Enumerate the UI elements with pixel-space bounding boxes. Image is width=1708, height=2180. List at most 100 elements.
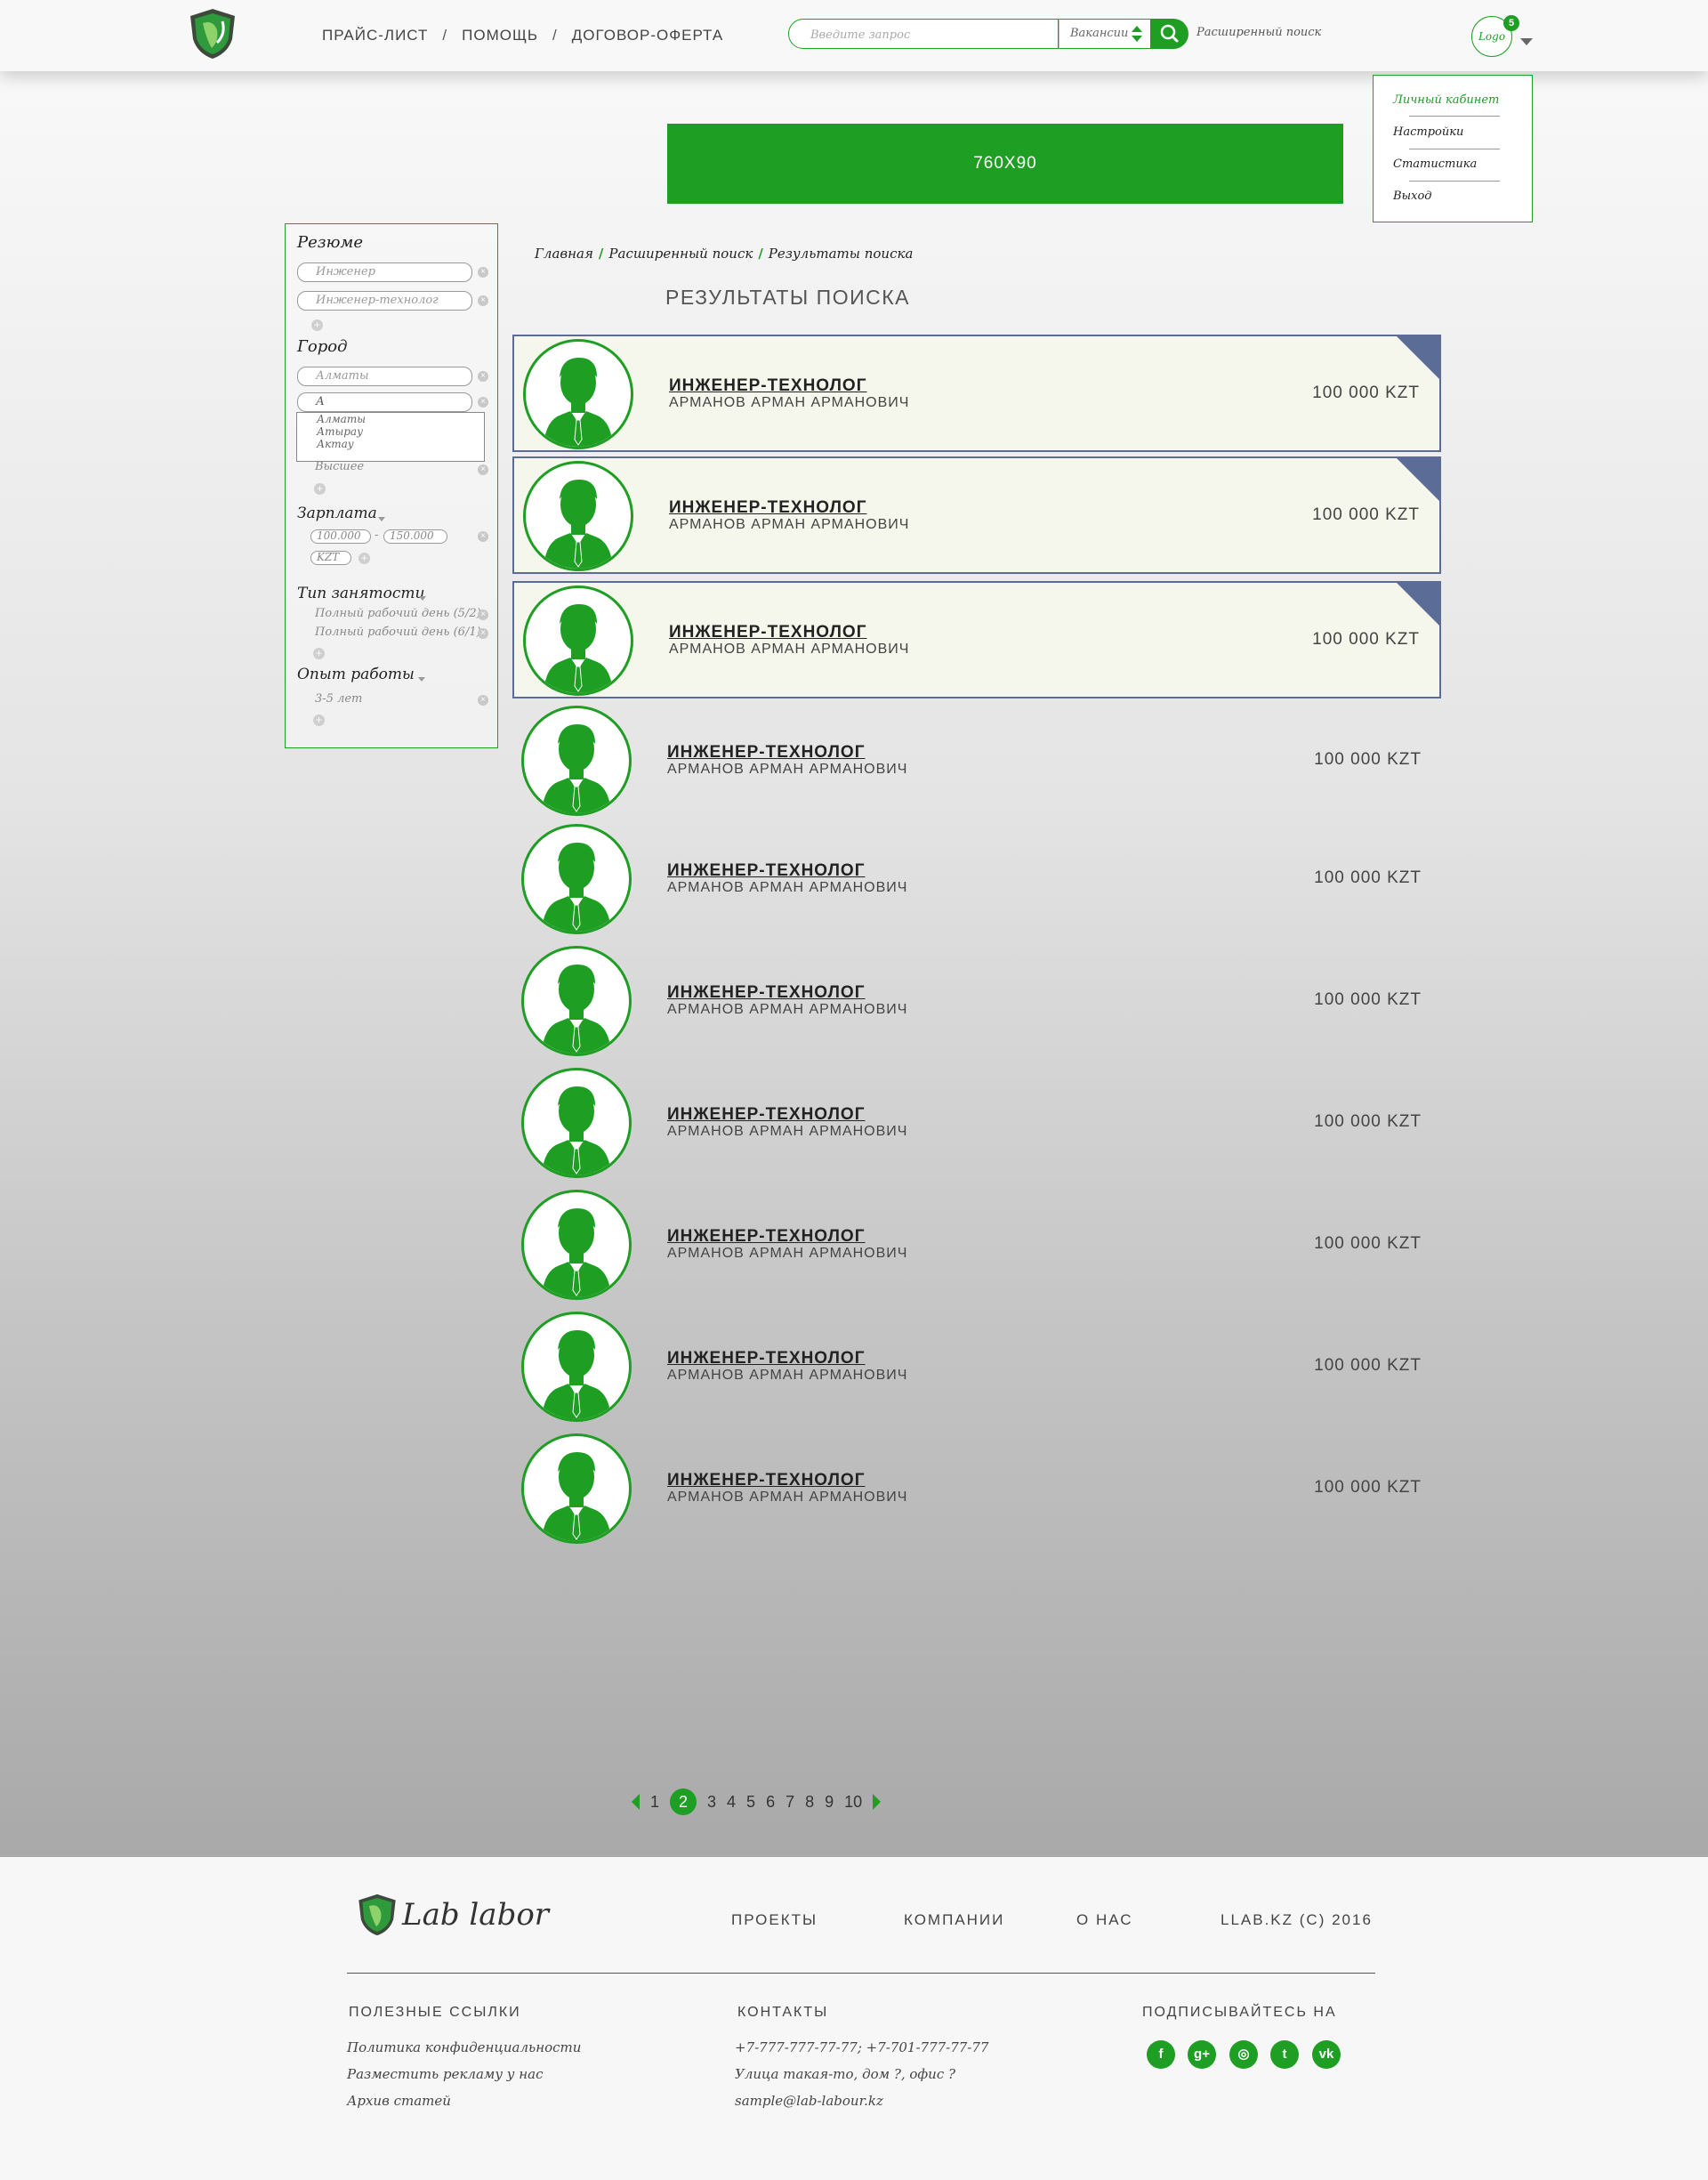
candidate-photo[interactable] (521, 1190, 632, 1300)
candidate-photo[interactable] (521, 1068, 632, 1178)
chevron-down-icon[interactable] (419, 596, 426, 601)
google-plus-icon[interactable]: g+ (1188, 2040, 1216, 2069)
result-card[interactable]: ИНЖЕНЕР-ТЕХНОЛОГ АРМАНОВ АРМАН АРМАНОВИЧ 1… (512, 1187, 1441, 1304)
chevron-down-icon[interactable] (378, 517, 385, 521)
menu-item-settings[interactable]: Настройки (1393, 125, 1463, 139)
page-link[interactable]: 5 (746, 1793, 755, 1812)
result-job-title[interactable]: ИНЖЕНЕР-ТЕХНОЛОГ (667, 743, 865, 763)
filter-city-field[interactable]: Алматы (297, 367, 472, 386)
nav-help[interactable]: ПОМОЩЬ (462, 27, 538, 44)
footer-nav-companies[interactable]: КОМПАНИИ (904, 1911, 1004, 1929)
nav-price-list[interactable]: ПРАЙС-ЛИСТ (322, 27, 428, 44)
result-card[interactable]: ИНЖЕНЕР-ТЕХНОЛОГ АРМАНОВ АРМАН АРМАНОВИЧ 1… (512, 456, 1441, 574)
candidate-photo[interactable] (521, 824, 632, 934)
ad-banner[interactable]: 760X90 (667, 124, 1343, 204)
currency-select[interactable]: KZT (310, 551, 351, 565)
salary-from-field[interactable]: 100.000 (310, 529, 371, 544)
add-icon[interactable]: + (314, 483, 326, 495)
remove-icon[interactable]: × (478, 695, 488, 706)
salary-to-field[interactable]: 150.000 (383, 529, 447, 544)
filter-resume-field[interactable]: Инженер-технолог (297, 291, 472, 311)
search-button[interactable] (1151, 19, 1188, 49)
page-link[interactable]: 7 (786, 1793, 794, 1812)
site-logo-icon[interactable] (187, 7, 238, 61)
prev-page-icon[interactable] (632, 1794, 640, 1810)
breadcrumb-home[interactable]: Главная (535, 246, 593, 262)
add-icon[interactable]: + (313, 648, 325, 659)
result-card[interactable]: ИНЖЕНЕР-ТЕХНОЛОГ АРМАНОВ АРМАН АРМАНОВИЧ 1… (512, 581, 1441, 698)
breadcrumb-separator: / (598, 246, 604, 262)
result-job-title[interactable]: ИНЖЕНЕР-ТЕХНОЛОГ (667, 1227, 865, 1247)
result-job-title[interactable]: ИНЖЕНЕР-ТЕХНОЛОГ (669, 498, 866, 518)
add-icon[interactable]: + (359, 553, 370, 564)
page-link[interactable]: 8 (805, 1793, 814, 1812)
suggestion-item[interactable]: Алматы (297, 413, 484, 425)
menu-item-cabinet[interactable]: Личный кабинет (1393, 93, 1499, 107)
filter-resume-field[interactable]: Инженер (297, 262, 472, 282)
add-icon[interactable]: + (311, 319, 323, 331)
page-link[interactable]: 3 (707, 1793, 716, 1812)
result-candidate-name: АРМАНОВ АРМАН АРМАНОВИЧ (667, 880, 908, 895)
footer-logo[interactable]: Lab labor (356, 1893, 549, 1937)
breadcrumb-advanced-search[interactable]: Расширенный поиск (608, 246, 753, 262)
next-page-icon[interactable] (873, 1794, 882, 1810)
filter-city-input[interactable]: А (297, 392, 472, 412)
result-job-title[interactable]: ИНЖЕНЕР-ТЕХНОЛОГ (667, 1105, 865, 1125)
remove-icon[interactable]: × (478, 397, 488, 408)
chevron-down-icon[interactable] (418, 677, 425, 682)
result-card[interactable]: ИНЖЕНЕР-ТЕХНОЛОГ АРМАНОВ АРМАН АРМАНОВИЧ 1… (512, 335, 1441, 452)
page-link[interactable]: 6 (766, 1793, 775, 1812)
page-current[interactable]: 2 (670, 1788, 697, 1815)
nav-offer-agreement[interactable]: ДОГОВОР-ОФЕРТА (572, 27, 723, 44)
remove-icon[interactable]: × (478, 610, 488, 620)
result-card[interactable]: ИНЖЕНЕР-ТЕХНОЛОГ АРМАНОВ АРМАН АРМАНОВИЧ 1… (512, 703, 1441, 820)
page-link[interactable]: 1 (650, 1793, 659, 1812)
result-job-title[interactable]: ИНЖЕНЕР-ТЕХНОЛОГ (667, 861, 865, 881)
page-link[interactable]: 4 (727, 1793, 736, 1812)
footer-nav-about[interactable]: О НАС (1076, 1911, 1132, 1929)
instagram-icon[interactable]: ◎ (1229, 2040, 1258, 2069)
candidate-photo[interactable] (523, 585, 633, 696)
result-job-title[interactable]: ИНЖЕНЕР-ТЕХНОЛОГ (667, 1349, 865, 1369)
page-link[interactable]: 9 (825, 1793, 834, 1812)
result-card[interactable]: ИНЖЕНЕР-ТЕХНОЛОГ АРМАНОВ АРМАН АРМАНОВИЧ 1… (512, 943, 1441, 1061)
add-icon[interactable]: + (313, 715, 325, 726)
result-card[interactable]: ИНЖЕНЕР-ТЕХНОЛОГ АРМАНОВ АРМАН АРМАНОВИЧ 1… (512, 821, 1441, 939)
menu-item-statistics[interactable]: Статистика (1393, 157, 1477, 171)
user-menu-caret-icon[interactable] (1520, 38, 1533, 45)
result-card[interactable]: ИНЖЕНЕР-ТЕХНОЛОГ АРМАНОВ АРМАН АРМАНОВИЧ 1… (512, 1431, 1441, 1548)
footer-link-archive[interactable]: Архив статей (347, 2093, 451, 2109)
remove-icon[interactable]: × (478, 371, 488, 382)
remove-icon[interactable]: × (478, 267, 488, 278)
result-job-title[interactable]: ИНЖЕНЕР-ТЕХНОЛОГ (669, 623, 866, 642)
advanced-search-link[interactable]: Расширенный поиск (1196, 26, 1321, 39)
footer-contact-email[interactable]: sample@lab-labour.kz (735, 2093, 883, 2109)
result-card[interactable]: ИНЖЕНЕР-ТЕХНОЛОГ АРМАНОВ АРМАН АРМАНОВИЧ 1… (512, 1309, 1441, 1426)
suggestion-item[interactable]: Атырау (297, 425, 484, 438)
remove-icon[interactable]: × (478, 531, 488, 542)
vk-icon[interactable]: vk (1312, 2040, 1341, 2069)
remove-icon[interactable]: × (478, 295, 488, 306)
suggestion-item[interactable]: Актау (297, 438, 484, 450)
facebook-icon[interactable]: f (1147, 2040, 1175, 2069)
remove-icon[interactable]: × (478, 464, 488, 475)
twitter-icon[interactable]: t (1270, 2040, 1299, 2069)
result-job-title[interactable]: ИНЖЕНЕР-ТЕХНОЛОГ (667, 983, 865, 1003)
footer-link-advertise[interactable]: Разместить рекламу у нас (347, 2066, 544, 2082)
remove-icon[interactable]: × (478, 628, 488, 639)
result-job-title[interactable]: ИНЖЕНЕР-ТЕХНОЛОГ (667, 1471, 865, 1490)
result-job-title[interactable]: ИНЖЕНЕР-ТЕХНОЛОГ (669, 376, 866, 396)
candidate-photo[interactable] (523, 461, 633, 571)
search-input[interactable] (809, 20, 1070, 50)
candidate-photo[interactable] (521, 1312, 632, 1422)
search-type-select[interactable]: Вакансии (1059, 19, 1151, 49)
candidate-photo[interactable] (521, 946, 632, 1056)
candidate-photo[interactable] (523, 339, 633, 449)
candidate-photo[interactable] (521, 706, 632, 816)
footer-nav-projects[interactable]: ПРОЕКТЫ (731, 1911, 818, 1929)
footer-link-privacy[interactable]: Политика конфиденциальности (347, 2039, 581, 2055)
result-card[interactable]: ИНЖЕНЕР-ТЕХНОЛОГ АРМАНОВ АРМАН АРМАНОВИЧ 1… (512, 1065, 1441, 1183)
candidate-photo[interactable] (521, 1433, 632, 1544)
menu-item-logout[interactable]: Выход (1393, 190, 1432, 203)
page-link[interactable]: 10 (844, 1793, 862, 1812)
